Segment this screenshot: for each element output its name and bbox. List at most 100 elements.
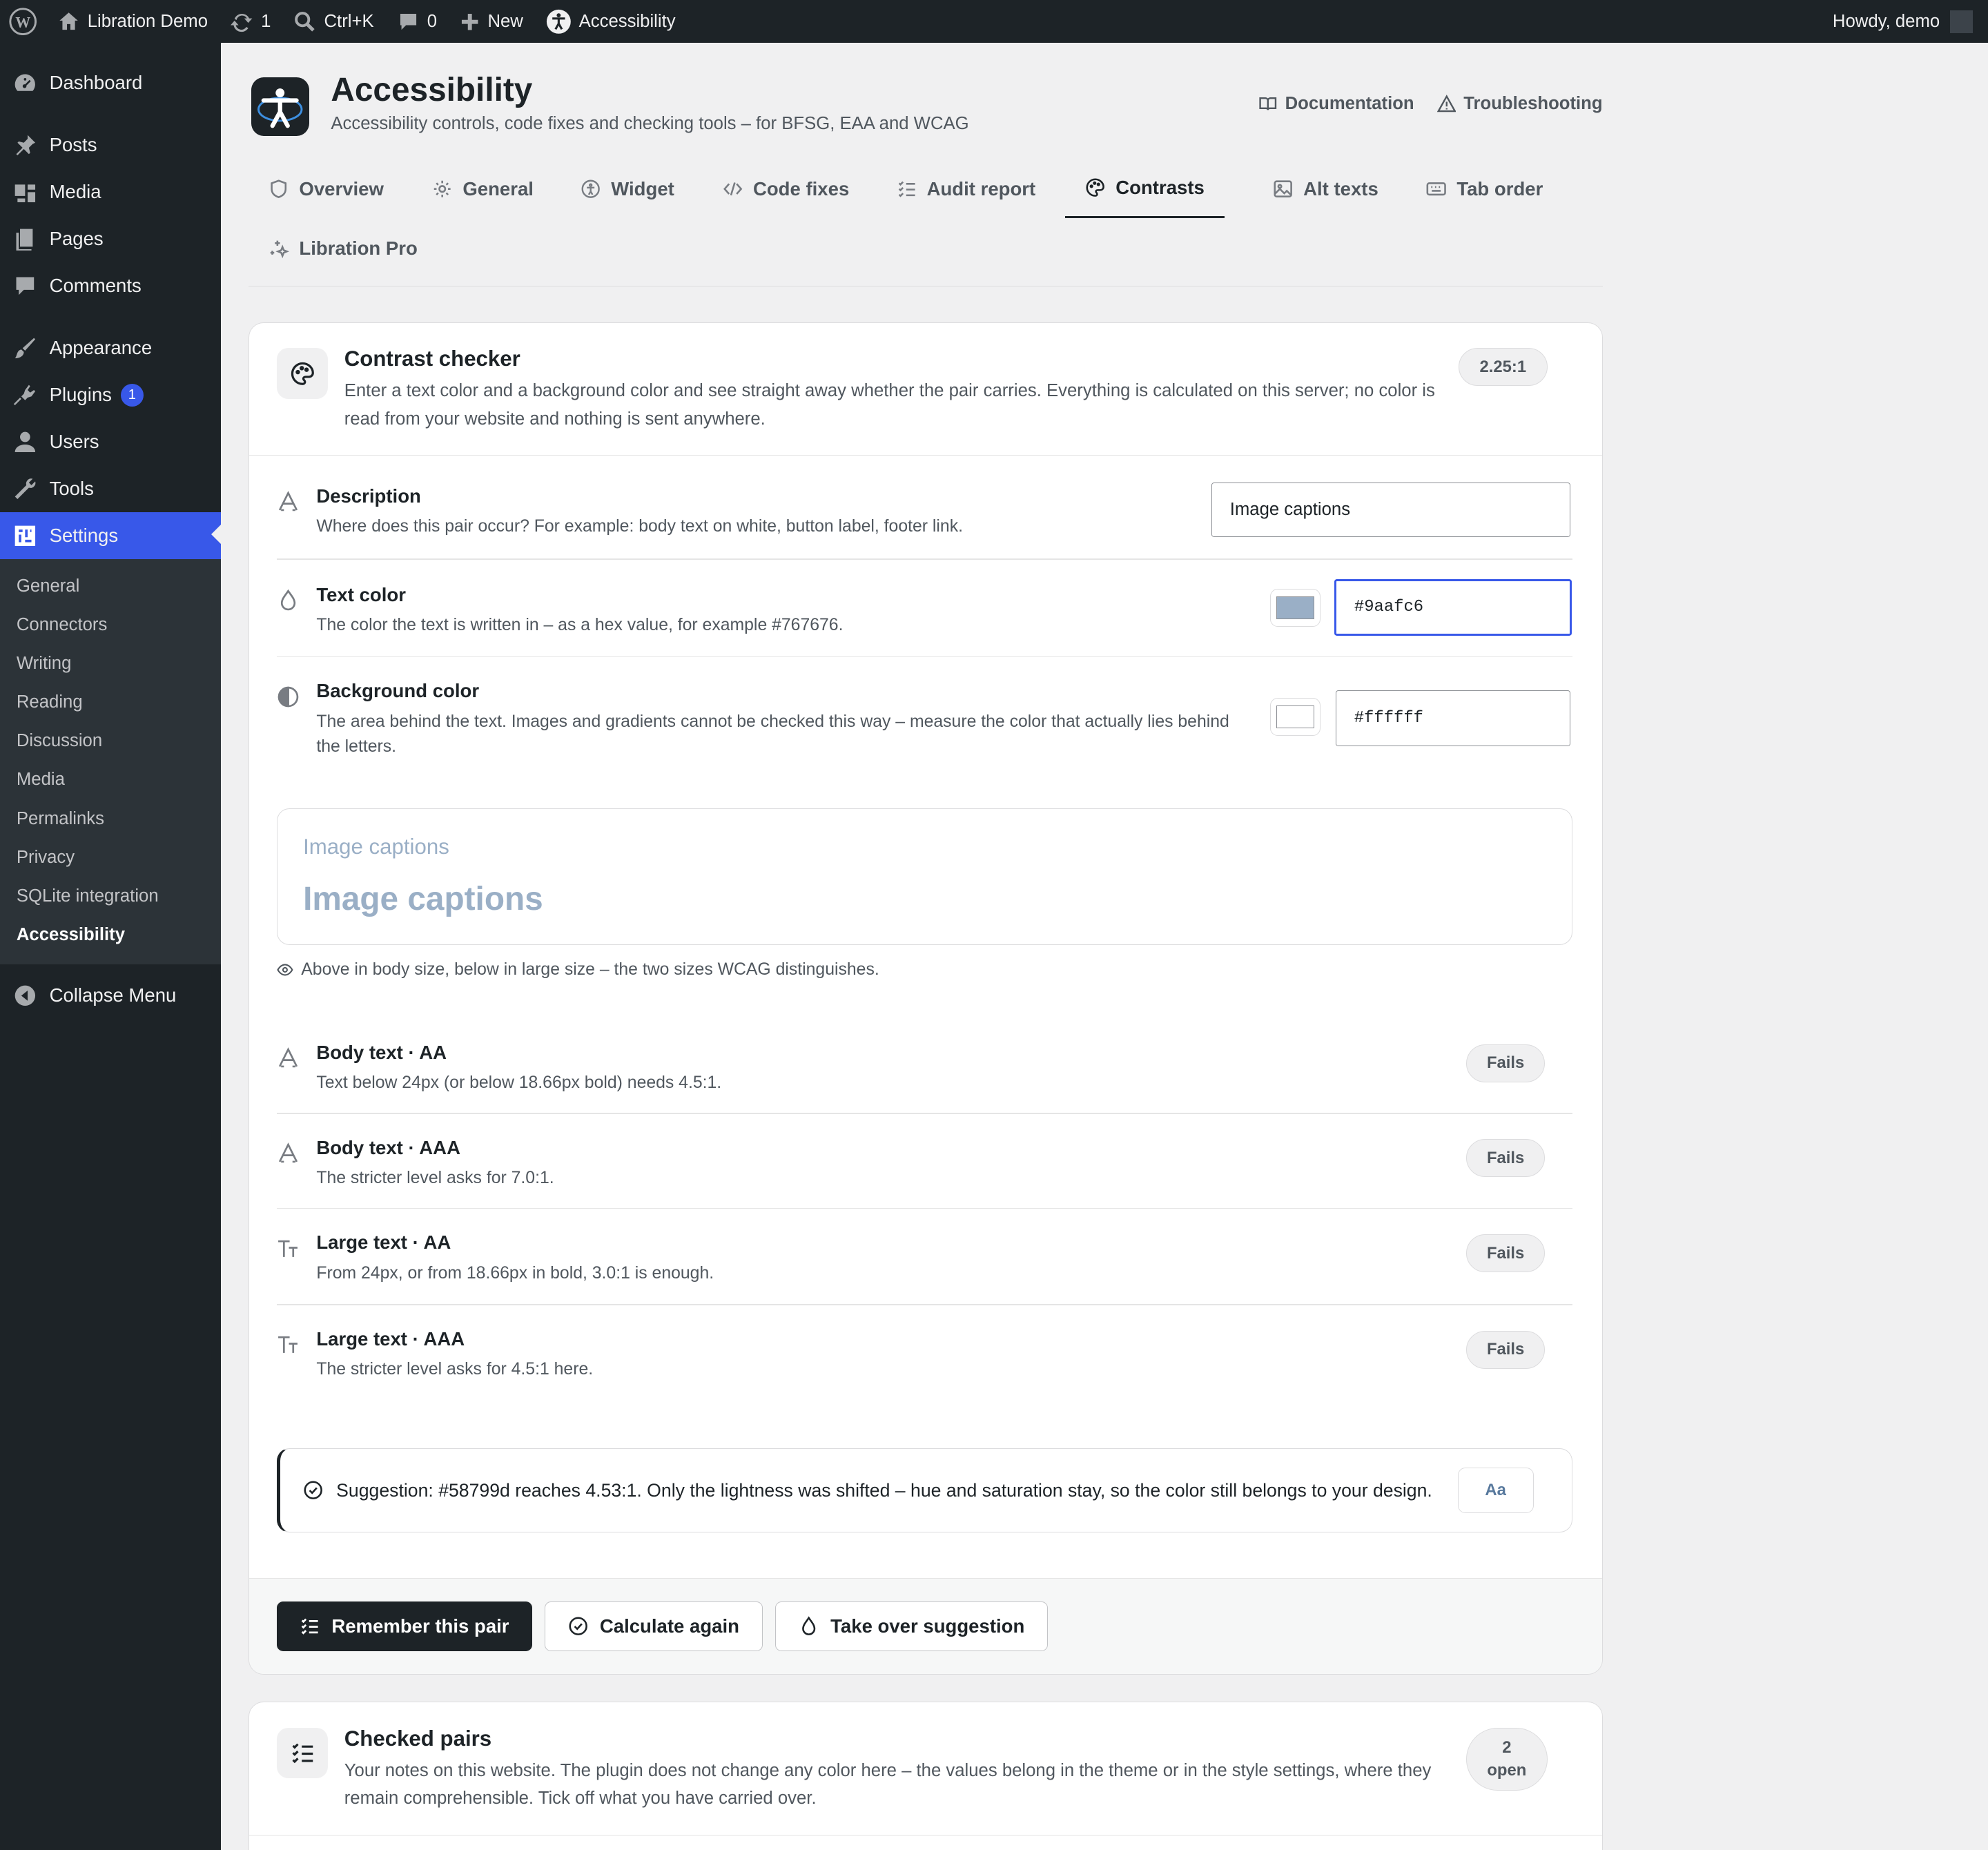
pin-icon: [12, 133, 38, 158]
plugins-update-badge: 1: [120, 383, 144, 407]
contrast-ratio-badge: 2.25:1: [1459, 348, 1548, 387]
tab-label: Overview: [299, 177, 384, 199]
collapse-icon: [12, 983, 38, 1009]
tab-widget[interactable]: Widget: [561, 159, 694, 217]
tab-general[interactable]: General: [412, 159, 554, 217]
letter-a-icon: [277, 1046, 302, 1072]
tab-label: Widget: [611, 177, 674, 199]
sidebar-item-plugins[interactable]: Plugins 1: [0, 371, 221, 418]
submenu-item-reading[interactable]: Reading: [0, 683, 221, 721]
result-row: Body text · AAA The stricter level asks …: [277, 1137, 1572, 1187]
user-icon: [12, 429, 38, 455]
sidebar-item-pages[interactable]: Pages: [0, 215, 221, 262]
submenu-item-media[interactable]: Media: [0, 761, 221, 799]
plus-icon: [461, 13, 478, 30]
submenu-item-permalinks[interactable]: Permalinks: [0, 799, 221, 838]
warning-icon: [1436, 94, 1456, 112]
updates-count: 1: [261, 11, 271, 31]
remember-pair-button[interactable]: Remember this pair: [277, 1601, 532, 1651]
result-row: Large text · AAA The stricter level asks…: [277, 1328, 1572, 1379]
media-icon: [12, 179, 38, 205]
result-description: The stricter level asks for 4.5:1 here.: [316, 1360, 594, 1379]
remember-pair-label: Remember this pair: [331, 1615, 509, 1637]
calculate-again-button[interactable]: Calculate again: [544, 1601, 763, 1651]
result-status-badge: Fails: [1466, 1139, 1546, 1178]
sidebar-item-label: Plugins: [49, 384, 112, 406]
tab-overview[interactable]: Overview: [248, 159, 404, 217]
background-color-picker[interactable]: [1269, 698, 1321, 737]
accessibility-link[interactable]: Accessibility: [534, 0, 687, 43]
background-color-swatch: [1276, 705, 1314, 729]
background-color-input[interactable]: #ffffff: [1336, 690, 1570, 746]
submenu-item-accessibility[interactable]: Accessibility: [0, 916, 221, 955]
documentation-link[interactable]: Documentation: [1258, 94, 1414, 114]
new-label: New: [487, 11, 523, 31]
text-color-input[interactable]: #9aafc6: [1334, 578, 1572, 636]
page-subtitle: Accessibility controls, code fixes and c…: [331, 114, 969, 134]
search-shortcut[interactable]: Ctrl+K: [282, 0, 385, 43]
my-account[interactable]: Howdy, demo: [1833, 10, 1988, 33]
preview-large-text: Image captions: [303, 880, 543, 917]
tab-alt-texts[interactable]: Alt texts: [1253, 159, 1399, 217]
submenu-item-sqlite[interactable]: SQLite integration: [0, 877, 221, 915]
text-color-picker[interactable]: [1269, 589, 1321, 627]
plugin-icon: [12, 382, 38, 408]
wordpress-logo-icon[interactable]: W: [0, 0, 46, 43]
palette-icon: [1086, 178, 1105, 197]
result-status-badge: Fails: [1466, 1330, 1546, 1369]
submenu-item-general[interactable]: General: [0, 567, 221, 605]
contrast-circle-icon: [277, 685, 302, 711]
sidebar-item-appearance[interactable]: Appearance: [0, 324, 221, 371]
comments-link[interactable]: 0: [385, 0, 448, 43]
text-color-help: The color the text is written in – as a …: [316, 616, 844, 635]
check-circle-icon: [569, 1617, 587, 1635]
search-icon: [295, 11, 315, 32]
collapse-menu-button[interactable]: Collapse Menu: [0, 973, 221, 1020]
text-color-label: Text color: [316, 583, 406, 605]
result-description: The stricter level asks for 7.0:1.: [316, 1168, 554, 1187]
description-input[interactable]: Image captions: [1211, 482, 1570, 537]
tab-tab-order[interactable]: Tab order: [1406, 159, 1563, 217]
tab-code-fixes[interactable]: Code fixes: [703, 159, 870, 217]
accessibility-label: Accessibility: [578, 11, 676, 31]
tab-label: Code fixes: [752, 177, 850, 199]
accessibility-icon: [581, 179, 601, 198]
troubleshooting-link[interactable]: Troubleshooting: [1436, 94, 1603, 114]
tab-label: Audit report: [926, 177, 1036, 199]
submenu-item-privacy[interactable]: Privacy: [0, 838, 221, 877]
take-over-suggestion-button[interactable]: Take over suggestion: [775, 1601, 1049, 1651]
droplet-icon: [802, 1616, 816, 1635]
sidebar-item-users[interactable]: Users: [0, 418, 221, 465]
site-name-link[interactable]: Libration Demo: [46, 0, 219, 43]
avatar: [1949, 10, 1973, 33]
header-links: Documentation Troubleshooting: [1258, 94, 1603, 114]
sidebar-item-dashboard[interactable]: Dashboard: [0, 59, 221, 106]
submenu-item-connectors[interactable]: Connectors: [0, 605, 221, 644]
submenu-item-discussion[interactable]: Discussion: [0, 722, 221, 761]
card-description: Enter a text color and a background colo…: [344, 381, 1435, 429]
sidebar-item-comments[interactable]: Comments: [0, 262, 221, 309]
sidebar-item-posts[interactable]: Posts: [0, 121, 221, 168]
submenu-item-writing[interactable]: Writing: [0, 644, 221, 683]
sidebar-item-label: Media: [49, 181, 101, 203]
sidebar-item-media[interactable]: Media: [0, 168, 221, 215]
sidebar-item-settings[interactable]: Settings: [0, 512, 221, 559]
svg-text:W: W: [15, 13, 30, 30]
tab-contrasts[interactable]: Contrasts: [1064, 159, 1225, 218]
result-title: Large text · AAA: [316, 1328, 465, 1350]
preview-note: Above in body size, below in large size …: [277, 960, 879, 980]
page-header: Accessibility Accessibility controls, co…: [248, 43, 1603, 159]
new-content-link[interactable]: New: [449, 0, 535, 43]
result-row: Large text · AA From 24px, or from 18.66…: [277, 1231, 1572, 1283]
updates-link[interactable]: 1: [220, 0, 282, 43]
tab-libration-pro[interactable]: Libration Pro: [248, 220, 438, 278]
tab-label: Tab order: [1456, 177, 1543, 199]
sparkle-icon: [271, 240, 289, 259]
comments-count: 0: [427, 11, 438, 31]
suggestion-sample: Aa: [1457, 1468, 1534, 1514]
tab-audit-report[interactable]: Audit report: [876, 159, 1055, 217]
card-title: Checked pairs: [344, 1726, 492, 1751]
text-color-swatch: [1276, 596, 1314, 620]
card-header: Checked pairs Your notes on this website…: [248, 1702, 1602, 1836]
sidebar-item-tools[interactable]: Tools: [0, 465, 221, 512]
